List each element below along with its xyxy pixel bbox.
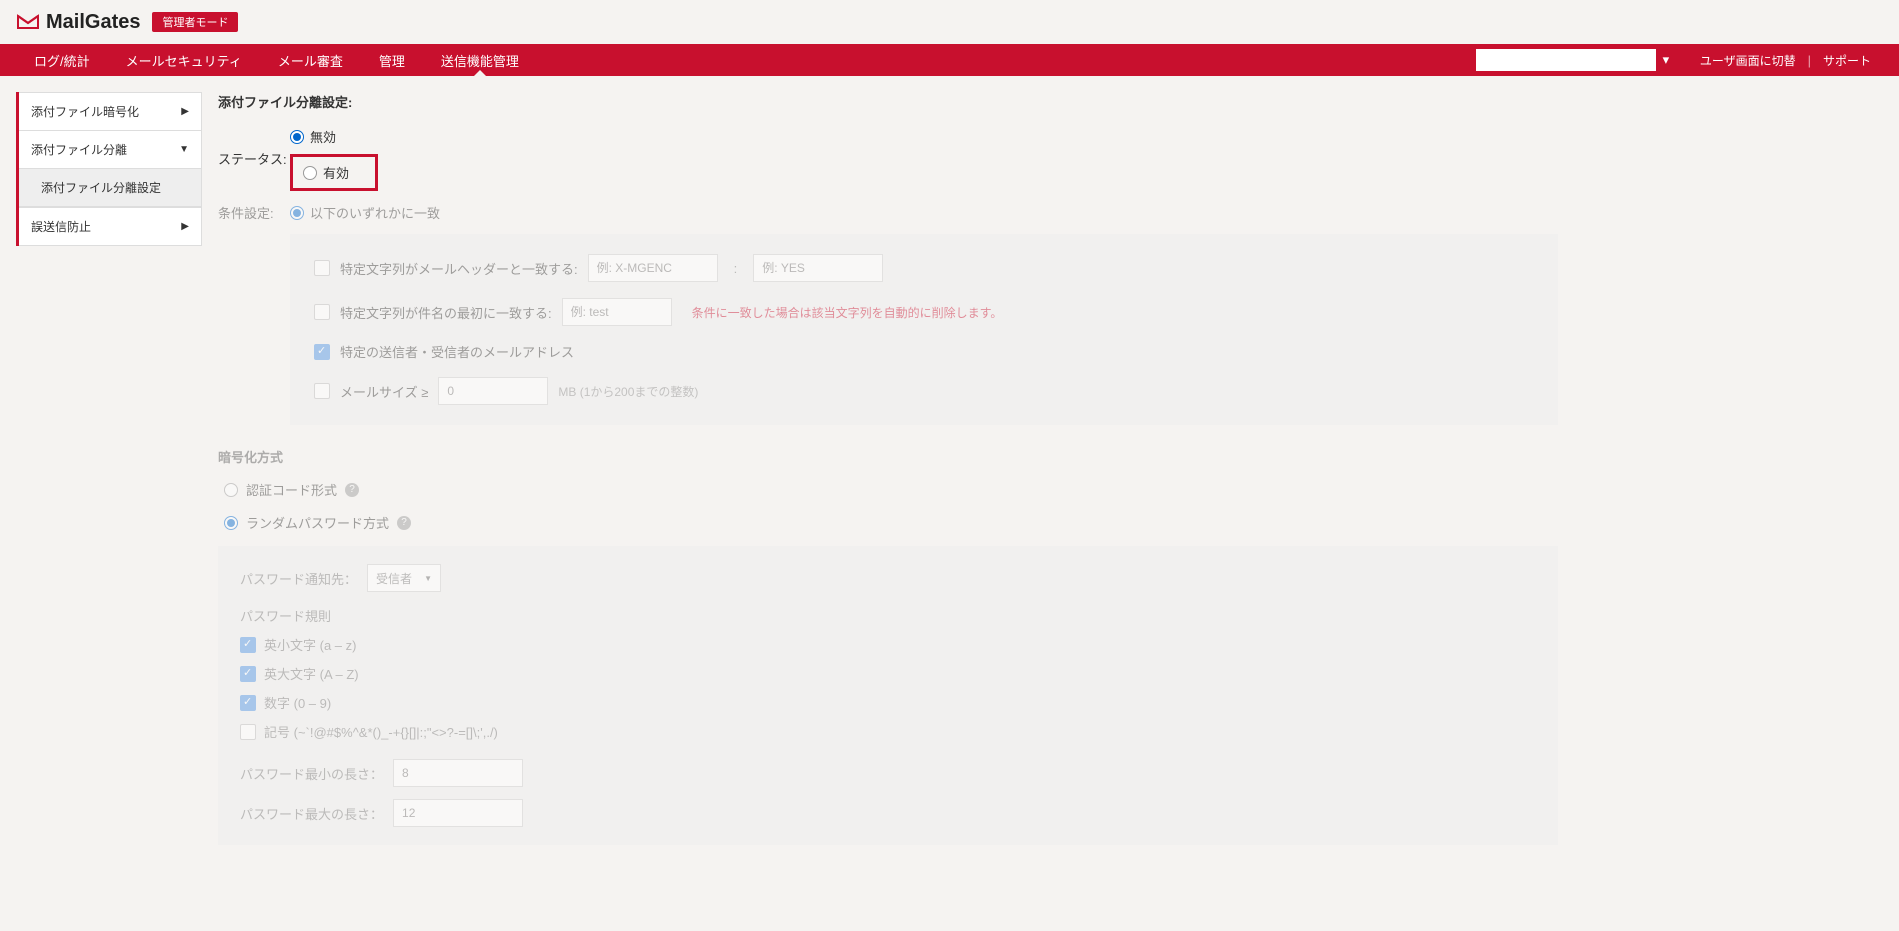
radio-label: 認証コード形式: [246, 480, 337, 499]
condition-box: 特定文字列がメールヘッダーと一致する: : 特定文字列が件名の最初に一致する: …: [290, 234, 1558, 425]
nav-search-dropdown[interactable]: ▾: [1656, 49, 1676, 71]
radio-icon: [290, 206, 304, 220]
subject-prefix-input[interactable]: [562, 298, 672, 326]
nav-separator: |: [1808, 53, 1811, 68]
pwd-notify-select[interactable]: 受信者: [367, 564, 441, 592]
radio-label: ランダムパスワード方式: [246, 513, 389, 532]
sidebar-item-label: 誤送信防止: [31, 218, 91, 235]
chevron-right-icon: ▶: [181, 221, 189, 232]
status-disabled-option[interactable]: 無効: [290, 125, 378, 148]
cond-header-label: 特定文字列がメールヘッダーと一致する:: [340, 259, 578, 278]
chevron-down-icon: ▼: [179, 144, 189, 155]
brand-name: MailGates: [46, 11, 140, 34]
cond-subject-label: 特定文字列が件名の最初に一致する:: [340, 303, 552, 322]
cond-size-label: メールサイズ ≥: [340, 382, 428, 401]
nav-mail-review[interactable]: メール審査: [260, 44, 361, 76]
size-hint: MB (1から200までの整数): [558, 383, 698, 400]
rule-digit-label: 数字 (0 – 9): [264, 693, 331, 712]
status-enabled-option[interactable]: 有効: [290, 154, 378, 191]
cond-any-match-option[interactable]: 以下のいずれかに一致: [290, 201, 440, 224]
radio-icon: [290, 130, 304, 144]
pwd-min-label: パスワード最小の長さ：: [240, 764, 383, 783]
checkbox-header-match[interactable]: [314, 260, 330, 276]
main-content: 添付ファイル分離設定: ステータス: 無効 有効 条件設定: 以下のいずれかに一: [218, 92, 1558, 845]
app-header: MailGates 管理者モード: [0, 0, 1899, 44]
sidebar-item-missend[interactable]: 誤送信防止 ▶: [19, 207, 202, 246]
header-name-input[interactable]: [588, 254, 718, 282]
status-label: ステータス:: [218, 149, 290, 168]
sidebar: 添付ファイル暗号化 ▶ 添付ファイル分離 ▼ 添付ファイル分離設定 誤送信防止 …: [16, 92, 202, 246]
radio-icon: [303, 166, 317, 180]
nav-send-mgmt[interactable]: 送信機能管理: [423, 44, 537, 76]
sidebar-item-label: 添付ファイル暗号化: [31, 103, 139, 120]
checkbox-symbol[interactable]: [240, 724, 256, 740]
checkbox-size-match[interactable]: [314, 383, 330, 399]
header-value-input[interactable]: [753, 254, 883, 282]
radio-label: 以下のいずれかに一致: [310, 203, 440, 222]
nav-log-stats[interactable]: ログ/統計: [16, 44, 108, 76]
nav-admin[interactable]: 管理: [361, 44, 423, 76]
enc-random-pwd-option[interactable]: ランダムパスワード方式 ?: [224, 513, 1558, 532]
select-value: 受信者: [376, 570, 412, 587]
sidebar-item-label: 添付ファイル分離: [31, 141, 127, 158]
pwd-rules-title: パスワード規則: [240, 606, 1536, 625]
sidebar-item-encryption[interactable]: 添付ファイル暗号化 ▶: [19, 92, 202, 131]
pwd-notify-label: パスワード通知先：: [240, 569, 357, 588]
checkbox-address-match[interactable]: [314, 344, 330, 360]
help-icon[interactable]: ?: [345, 483, 359, 497]
main-nav: ログ/統計 メールセキュリティ メール審査 管理 送信機能管理 ▾ ユーザ画面に…: [0, 44, 1899, 76]
radio-icon: [224, 516, 238, 530]
pwd-max-input[interactable]: [393, 799, 523, 827]
size-input[interactable]: [438, 377, 548, 405]
pwd-max-label: パスワード最大の長さ：: [240, 804, 383, 823]
chevron-right-icon: ▶: [181, 106, 189, 117]
checkbox-subject-match[interactable]: [314, 304, 330, 320]
subject-warning: 条件に一致した場合は該当文字列を自動的に削除します。: [692, 304, 1003, 321]
enc-authcode-option[interactable]: 認証コード形式 ?: [224, 480, 1558, 499]
mail-logo-icon: [16, 10, 40, 34]
sidebar-sub-separation-settings[interactable]: 添付ファイル分離設定: [19, 169, 202, 207]
checkbox-uppercase[interactable]: [240, 666, 256, 682]
rule-symbol-label: 記号 (~`!@#$%^&*()_-+{}[]|:;"<>?-=[]\;',./…: [264, 722, 498, 741]
support-link[interactable]: サポート: [1811, 52, 1883, 69]
nav-mail-security[interactable]: メールセキュリティ: [108, 44, 260, 76]
password-box: パスワード通知先： 受信者 パスワード規則 英小文字 (a – z) 英大文字 …: [218, 546, 1558, 845]
radio-label: 有効: [323, 163, 349, 182]
help-icon[interactable]: ?: [397, 516, 411, 530]
radio-icon: [224, 483, 238, 497]
colon-separator: :: [728, 261, 744, 276]
checkbox-lowercase[interactable]: [240, 637, 256, 653]
rule-uppercase-label: 英大文字 (A – Z): [264, 664, 359, 683]
mode-badge: 管理者モード: [152, 12, 238, 32]
user-screen-link[interactable]: ユーザ画面に切替: [1688, 52, 1808, 69]
nav-search-input[interactable]: [1476, 49, 1656, 71]
encryption-title: 暗号化方式: [218, 447, 1558, 466]
cond-label: 条件設定:: [218, 203, 290, 222]
rule-lowercase-label: 英小文字 (a – z): [264, 635, 356, 654]
checkbox-digit[interactable]: [240, 695, 256, 711]
sidebar-item-separation[interactable]: 添付ファイル分離 ▼: [19, 131, 202, 169]
cond-address-label: 特定の送信者・受信者のメールアドレス: [340, 342, 574, 361]
page-title: 添付ファイル分離設定:: [218, 92, 1558, 111]
pwd-min-input[interactable]: [393, 759, 523, 787]
radio-label: 無効: [310, 127, 336, 146]
brand-logo: MailGates: [16, 10, 140, 34]
